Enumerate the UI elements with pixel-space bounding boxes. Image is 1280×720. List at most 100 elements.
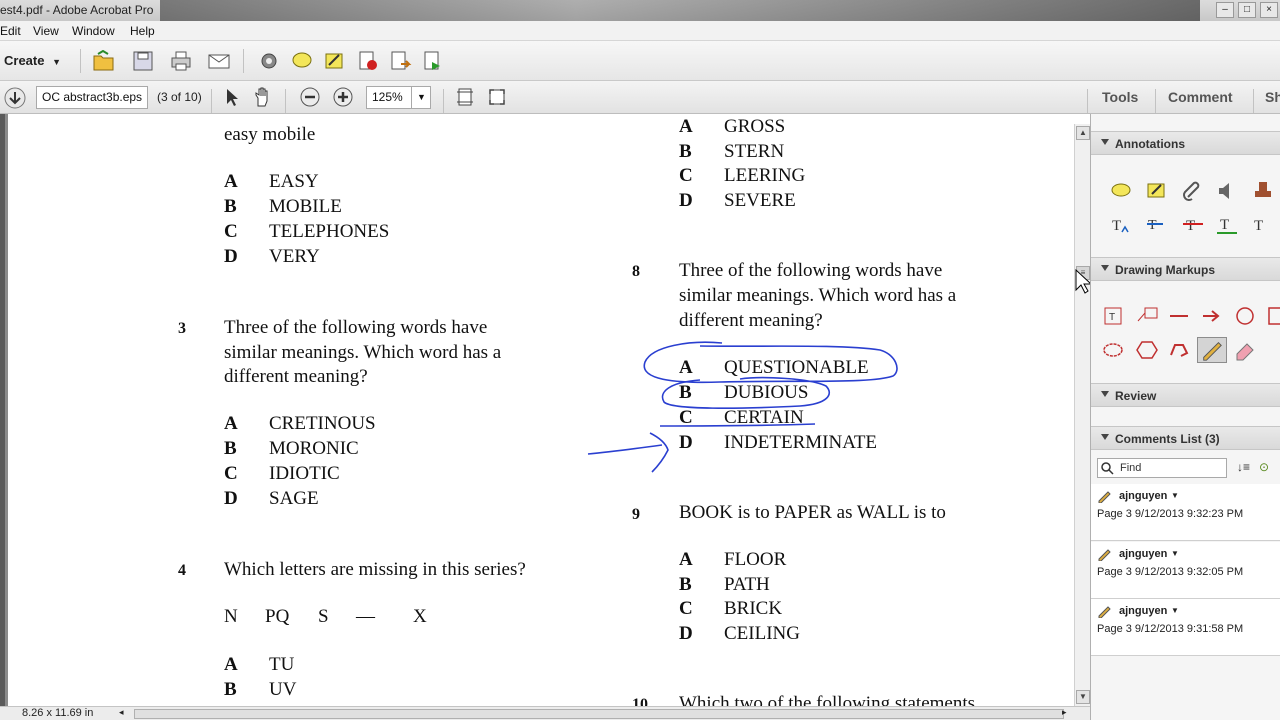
- search-icon: [1101, 462, 1114, 475]
- connected-lines-icon[interactable]: [1167, 339, 1191, 361]
- toolbar-separator: [285, 89, 286, 113]
- question-fragment: easy mobile: [224, 124, 316, 145]
- option-letter: D: [679, 190, 693, 211]
- close-button[interactable]: ×: [1260, 2, 1278, 18]
- oval-icon[interactable]: [1233, 305, 1257, 327]
- fit-page-icon[interactable]: [454, 86, 476, 108]
- option-text: QUESTIONABLE: [724, 357, 869, 378]
- text-comment-icon[interactable]: T: [1251, 214, 1275, 236]
- title-bar: est4.pdf - Adobe Acrobat Pro – □ ×: [0, 0, 1280, 21]
- delete-page-icon[interactable]: [356, 50, 380, 72]
- vertical-scrollbar[interactable]: ▲ ≡ ▼: [1074, 124, 1090, 706]
- extract-page-icon[interactable]: [388, 50, 412, 72]
- document-view[interactable]: easy mobile A EASY B MOBILE C TELEPHONES…: [0, 114, 1074, 706]
- review-header[interactable]: Review: [1091, 383, 1280, 407]
- tab-tools[interactable]: Tools: [1102, 89, 1138, 105]
- option-letter: A: [679, 116, 693, 137]
- line-icon[interactable]: [1167, 305, 1191, 327]
- file-name-field[interactable]: OC abstract3b.eps: [36, 86, 148, 109]
- filter-icon[interactable]: ⊙: [1259, 460, 1269, 474]
- question-number: 9: [632, 506, 640, 523]
- minimize-button[interactable]: –: [1216, 2, 1234, 18]
- option-text: MORONIC: [269, 438, 359, 459]
- annotations-header[interactable]: Annotations: [1091, 131, 1280, 155]
- highlight-text-icon[interactable]: [1145, 180, 1169, 202]
- scroll-up-button[interactable]: ▲: [1076, 126, 1090, 140]
- pencil-icon[interactable]: [1197, 337, 1227, 363]
- full-screen-icon[interactable]: [486, 86, 508, 108]
- open-folder-icon[interactable]: [92, 50, 116, 72]
- replace-text-icon[interactable]: T: [1145, 214, 1169, 236]
- comment-item[interactable]: ajnguyen ▼ Page 3 9/12/2013 9:31:58 PM: [1091, 599, 1280, 656]
- stamp-icon[interactable]: [1251, 180, 1275, 202]
- option-text: TU: [269, 654, 295, 675]
- rectangle-icon[interactable]: [1265, 305, 1280, 327]
- email-icon[interactable]: [207, 50, 231, 72]
- select-cursor-icon[interactable]: [221, 86, 243, 108]
- scroll-down-button[interactable]: ▼: [1076, 690, 1090, 704]
- menu-window[interactable]: Window: [72, 24, 115, 38]
- comment-item[interactable]: ajnguyen ▼ Page 3 9/12/2013 9:32:05 PM: [1091, 542, 1280, 599]
- eraser-icon[interactable]: [1233, 339, 1257, 361]
- option-text: LEERING: [724, 165, 806, 186]
- scroll-left-icon[interactable]: ◂: [119, 707, 124, 718]
- option-letter: B: [224, 196, 237, 217]
- comment-item[interactable]: ajnguyen ▼ Page 3 9/12/2013 9:32:23 PM: [1091, 484, 1280, 541]
- zoom-level-field[interactable]: 125%: [366, 86, 412, 109]
- create-button[interactable]: Create ▼: [4, 53, 61, 68]
- collapse-icon: [1101, 139, 1109, 145]
- hand-tool-icon[interactable]: [252, 86, 274, 108]
- underline-icon[interactable]: T: [1215, 214, 1239, 236]
- highlight-icon[interactable]: [323, 50, 347, 72]
- text-box-icon[interactable]: T: [1101, 305, 1125, 327]
- sort-icon[interactable]: ↓≡: [1237, 460, 1250, 474]
- comments-list-header[interactable]: Comments List (3): [1091, 426, 1280, 450]
- collapse-icon: [1101, 265, 1109, 271]
- callout-icon[interactable]: [1135, 305, 1159, 327]
- zoom-dropdown[interactable]: ▼: [411, 86, 431, 109]
- download-arrow-icon[interactable]: [4, 87, 26, 109]
- strikethrough-icon[interactable]: T: [1181, 214, 1205, 236]
- toolbar-separator: [211, 89, 212, 113]
- menu-help[interactable]: Help: [130, 24, 155, 38]
- zoom-in-icon[interactable]: [332, 86, 354, 108]
- option-text: CEILING: [724, 623, 800, 644]
- mouse-cursor-icon: [1075, 268, 1090, 294]
- polygon-icon[interactable]: [1135, 339, 1159, 361]
- chevron-down-icon[interactable]: ▼: [1171, 549, 1179, 558]
- record-audio-icon[interactable]: [1215, 180, 1239, 202]
- horizontal-scroll-thumb[interactable]: [134, 709, 1064, 719]
- gear-icon[interactable]: [257, 50, 281, 72]
- sticky-note-icon[interactable]: [290, 50, 314, 72]
- menu-view[interactable]: View: [33, 24, 59, 38]
- find-input[interactable]: Find: [1097, 458, 1227, 478]
- export-page-icon[interactable]: [421, 50, 445, 72]
- arrow-icon[interactable]: [1200, 305, 1224, 327]
- toolbar-separator: [243, 49, 244, 73]
- scroll-right-icon[interactable]: ▸: [1062, 707, 1067, 718]
- review-label: Review: [1115, 389, 1157, 403]
- tab-share[interactable]: Sh: [1265, 89, 1280, 105]
- option-letter: D: [224, 488, 238, 509]
- cloud-icon[interactable]: [1101, 339, 1125, 361]
- print-icon[interactable]: [169, 50, 193, 72]
- question-text: similar meanings. Which word has a: [224, 342, 502, 363]
- save-icon[interactable]: [131, 50, 155, 72]
- chevron-down-icon[interactable]: ▼: [1171, 606, 1179, 615]
- maximize-button[interactable]: □: [1238, 2, 1256, 18]
- option-letter: D: [224, 246, 238, 267]
- question-text: different meaning?: [679, 310, 823, 331]
- annotations-label: Annotations: [1115, 137, 1185, 151]
- question-number: 3: [178, 320, 186, 337]
- option-text: DUBIOUS: [724, 382, 809, 403]
- zoom-out-icon[interactable]: [299, 86, 321, 108]
- insert-text-icon[interactable]: T: [1109, 214, 1133, 236]
- sticky-note-icon[interactable]: [1109, 180, 1133, 202]
- question-number: 10: [632, 696, 648, 706]
- option-letter: A: [679, 357, 693, 378]
- attach-file-icon[interactable]: [1181, 180, 1205, 202]
- drawing-markups-header[interactable]: Drawing Markups: [1091, 257, 1280, 281]
- menu-edit[interactable]: Edit: [0, 24, 21, 38]
- chevron-down-icon[interactable]: ▼: [1171, 491, 1179, 500]
- tab-comment[interactable]: Comment: [1168, 89, 1233, 105]
